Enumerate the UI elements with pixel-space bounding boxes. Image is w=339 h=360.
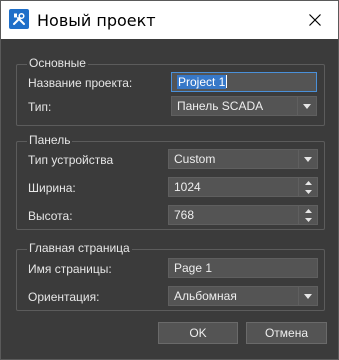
close-icon	[309, 14, 321, 26]
chevron-down-icon[interactable]	[298, 287, 317, 305]
group-basic-title: Основные	[27, 56, 88, 70]
spin-down-icon[interactable]	[299, 215, 317, 224]
close-button[interactable]	[292, 1, 338, 39]
text-caret	[226, 75, 228, 88]
cancel-button[interactable]: Отмена	[246, 322, 327, 344]
ok-button[interactable]: OK	[158, 322, 238, 344]
width-spinbox[interactable]: 1024	[168, 177, 318, 197]
device-type-select[interactable]: Custom	[168, 149, 318, 169]
orientation-select[interactable]: Альбомная	[168, 286, 318, 306]
height-spinner	[298, 206, 317, 224]
type-select-value: Панель SCADA	[177, 99, 264, 113]
project-name-input[interactable]: Project 1	[171, 72, 317, 92]
width-label: Ширина:	[28, 181, 76, 195]
dialog-title: Новый проект	[37, 11, 156, 30]
height-spinbox[interactable]: 768	[168, 205, 318, 225]
type-select[interactable]: Панель SCADA	[171, 96, 317, 116]
group-panel-title: Панель	[27, 133, 73, 147]
group-main-page-title: Главная страница	[27, 241, 132, 255]
page-name-input[interactable]: Page 1	[168, 258, 318, 278]
spin-up-icon[interactable]	[299, 206, 317, 215]
project-name-value: Project 1	[177, 75, 227, 89]
orientation-label: Ориентация:	[28, 290, 100, 304]
width-spinner	[298, 178, 317, 196]
chevron-down-icon[interactable]	[298, 150, 317, 168]
height-value: 768	[174, 208, 195, 222]
new-project-dialog: Новый проект Основные Название проекта: …	[0, 0, 339, 360]
width-value: 1024	[174, 180, 201, 194]
page-name-value: Page 1	[174, 261, 213, 275]
orientation-value: Альбомная	[174, 289, 237, 303]
spin-down-icon[interactable]	[299, 187, 317, 196]
spin-up-icon[interactable]	[299, 178, 317, 187]
chevron-down-icon[interactable]	[297, 97, 316, 115]
title-bar: Новый проект	[1, 1, 338, 39]
type-label: Тип:	[28, 100, 52, 114]
page-name-label: Имя страницы:	[28, 262, 112, 276]
device-type-value: Custom	[174, 152, 216, 166]
height-label: Высота:	[28, 209, 73, 223]
tools-icon	[9, 9, 29, 29]
project-name-label: Название проекта:	[28, 76, 133, 90]
device-type-label: Тип устройства	[28, 153, 114, 167]
